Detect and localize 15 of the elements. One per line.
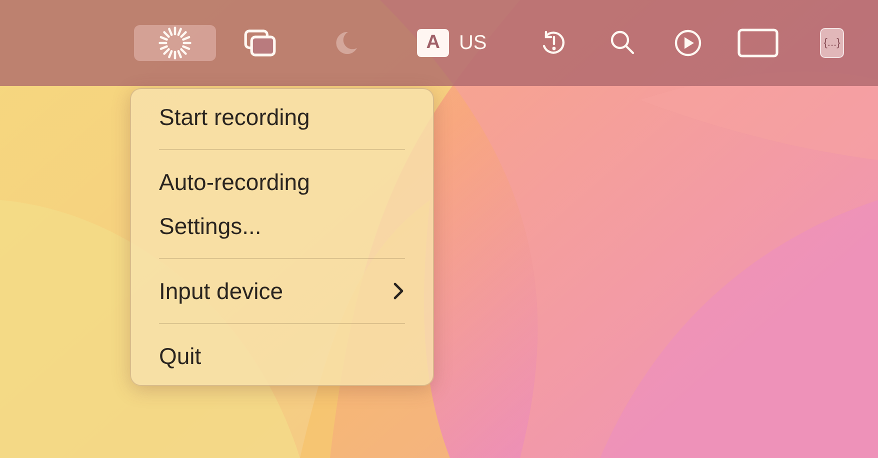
- menu-extra[interactable]: [134, 25, 216, 61]
- menu-item[interactable]: Settings...: [131, 204, 433, 248]
- input-source-badge: A: [417, 29, 449, 57]
- menu-item[interactable]: Input device: [131, 269, 433, 313]
- play-icon: [673, 28, 703, 58]
- input-source-label: US: [458, 32, 487, 54]
- menu-item[interactable]: Start recording: [131, 95, 433, 139]
- menu-item[interactable]: Quit: [131, 334, 433, 378]
- menu-item[interactable]: Auto-recording: [131, 160, 433, 204]
- display-icon: [737, 27, 779, 59]
- spinner-icon: [156, 24, 194, 62]
- key-icon: {...}: [820, 28, 844, 58]
- key-menu-extra[interactable]: {...}: [814, 25, 850, 61]
- chevron-icon: [391, 281, 405, 301]
- input-source-menu[interactable]: A US: [408, 25, 496, 61]
